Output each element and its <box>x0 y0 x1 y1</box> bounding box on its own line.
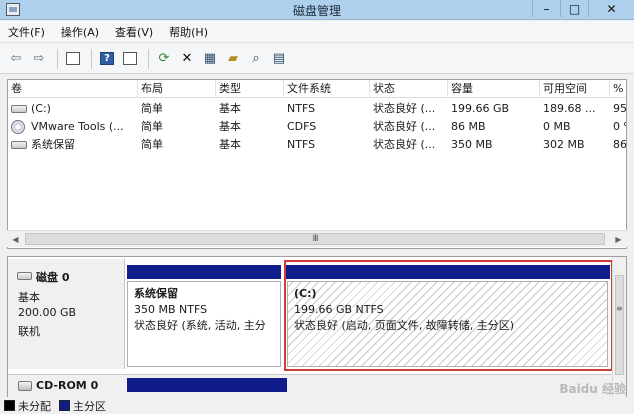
open-icon[interactable]: ▰ <box>223 49 243 69</box>
toolbar: ⇦ ⇨ ? ⟳ ✕ ▦ ▰ ⌕ ▤ <box>0 44 634 74</box>
watermark: Baidu 经验 <box>559 382 626 396</box>
volume-icon <box>11 141 27 149</box>
volume-name: VMware Tools (... <box>31 120 124 133</box>
partition-size: 350 MB NTFS <box>134 303 208 316</box>
col-status[interactable]: 状态 <box>370 80 448 98</box>
cd-volume-icon <box>11 120 25 134</box>
disk-graphical-view: 磁盘 0 基本 200.00 GB 联机 系统保留 350 MB NTFS 状态… <box>7 256 627 406</box>
cdrom-0-name: CD-ROM 0 <box>36 379 99 392</box>
volume-filesystem: CDFS <box>287 120 317 133</box>
volume-list-header: 卷 布局 类型 文件系统 状态 容量 可用空间 % <box>8 80 626 98</box>
volume-filesystem: NTFS <box>287 138 316 151</box>
partition-system-reserved[interactable]: 系统保留 350 MB NTFS 状态良好 (系统, 活动, 主分 <box>127 281 281 367</box>
scrollbar-grip: III <box>312 234 319 244</box>
volume-type: 基本 <box>219 102 241 115</box>
toolbar-separator <box>57 48 58 69</box>
volume-status: 状态良好 (... <box>373 138 436 151</box>
legend: 未分配 主分区 <box>0 397 634 414</box>
cdrom-icon <box>18 381 32 391</box>
volume-capacity: 350 MB <box>451 138 493 151</box>
table-row[interactable]: 系统保留 简单 基本 NTFS 状态良好 (... 350 MB 302 MB … <box>8 136 627 154</box>
table-row[interactable]: (C:) 简单 基本 NTFS 状态良好 (... 199.66 GB 189.… <box>8 100 627 118</box>
col-layout[interactable]: 布局 <box>138 80 216 98</box>
refresh-icon[interactable]: ⟳ <box>154 49 174 69</box>
col-volume[interactable]: 卷 <box>8 80 138 98</box>
cdrom-0-bar <box>127 378 287 392</box>
volume-layout: 简单 <box>141 102 163 115</box>
volume-icon <box>11 105 27 113</box>
menu-help[interactable]: 帮助(H) <box>169 24 208 40</box>
volume-percent: 86 <box>613 138 627 151</box>
volume-percent: 95 <box>613 102 627 115</box>
legend-primary-partition: 主分区 <box>59 398 106 414</box>
cdrom-0-row[interactable]: CD-ROM 0 <box>8 374 613 398</box>
legend-label: 主分区 <box>73 399 106 413</box>
volume-status: 状态良好 (... <box>373 102 436 115</box>
col-capacity[interactable]: 容量 <box>448 80 540 98</box>
scrollbar-thumb[interactable]: III <box>25 233 605 245</box>
volume-capacity: 86 MB <box>451 120 486 133</box>
volume-layout: 简单 <box>141 138 163 151</box>
disk-icon <box>17 272 32 280</box>
help-icon[interactable]: ? <box>97 49 117 69</box>
legend-label: 未分配 <box>18 399 51 413</box>
volume-percent: 0 % <box>613 120 626 133</box>
console-tree-icon[interactable] <box>63 49 83 69</box>
delete-icon[interactable]: ✕ <box>177 49 197 69</box>
legend-unallocated: 未分配 <box>4 398 51 414</box>
volume-status: 状态良好 (... <box>373 120 436 133</box>
disk-0-name: 磁盘 0 <box>36 271 70 284</box>
menu-bar: 文件(F) 操作(A) 查看(V) 帮助(H) <box>0 21 634 43</box>
partition-bar-system-reserved <box>127 265 281 279</box>
volume-name: 系统保留 <box>31 138 75 151</box>
view-icon[interactable]: ▤ <box>269 49 289 69</box>
partition-name: 系统保留 <box>134 287 178 300</box>
forward-icon[interactable]: ⇨ <box>29 49 49 69</box>
maximize-button[interactable]: □ <box>560 0 588 17</box>
disk-0-state: 联机 <box>18 325 40 338</box>
volume-layout: 简单 <box>141 120 163 133</box>
volume-free-space: 189.68 ... <box>543 102 596 115</box>
toolbar-separator <box>148 48 149 69</box>
search-icon[interactable]: ⌕ <box>246 49 266 69</box>
col-type[interactable]: 类型 <box>216 80 284 98</box>
legend-swatch-unallocated <box>4 400 15 411</box>
volume-free-space: 0 MB <box>543 120 571 133</box>
table-row[interactable]: VMware Tools (... 简单 基本 CDFS 状态良好 (... 8… <box>8 118 626 136</box>
disk-0-size: 200.00 GB <box>18 306 77 319</box>
menu-action[interactable]: 操作(A) <box>61 24 99 40</box>
minimize-button[interactable]: – <box>532 0 560 17</box>
vertical-scrollbar-thumb[interactable] <box>615 275 624 375</box>
close-button[interactable]: ✕ <box>588 0 634 17</box>
disk-0-info[interactable]: 磁盘 0 基本 200.00 GB 联机 <box>8 259 125 369</box>
vertical-scrollbar-grip: ≡ <box>616 304 623 313</box>
horizontal-scrollbar[interactable]: ◀ III ▶ <box>7 230 627 247</box>
col-free-space[interactable]: 可用空间 <box>540 80 610 98</box>
back-icon[interactable]: ⇦ <box>6 49 26 69</box>
col-percent[interactable]: % <box>610 80 626 98</box>
volume-free-space: 302 MB <box>543 138 585 151</box>
volume-type: 基本 <box>219 138 241 151</box>
title-bar: 磁盘管理 – □ ✕ <box>0 0 634 20</box>
col-filesystem[interactable]: 文件系统 <box>284 80 370 98</box>
scroll-right-arrow-icon[interactable]: ▶ <box>610 231 627 248</box>
volume-capacity: 199.66 GB <box>451 102 510 115</box>
menu-view[interactable]: 查看(V) <box>115 24 153 40</box>
connect-icon[interactable]: ▦ <box>200 49 220 69</box>
properties-icon[interactable] <box>120 49 140 69</box>
volume-type: 基本 <box>219 120 241 133</box>
menu-file[interactable]: 文件(F) <box>8 24 45 40</box>
partition-status: 状态良好 (系统, 活动, 主分 <box>134 319 266 332</box>
toolbar-separator <box>91 48 92 69</box>
scroll-left-arrow-icon[interactable]: ◀ <box>7 231 24 248</box>
legend-swatch-primary <box>59 400 70 411</box>
volume-filesystem: NTFS <box>287 102 316 115</box>
disk-0-type: 基本 <box>18 291 40 304</box>
selection-highlight <box>284 260 613 371</box>
volume-list: 卷 布局 类型 文件系统 状态 容量 可用空间 % (C:) 简单 基本 NTF… <box>7 79 627 249</box>
volume-name: (C:) <box>31 102 51 115</box>
